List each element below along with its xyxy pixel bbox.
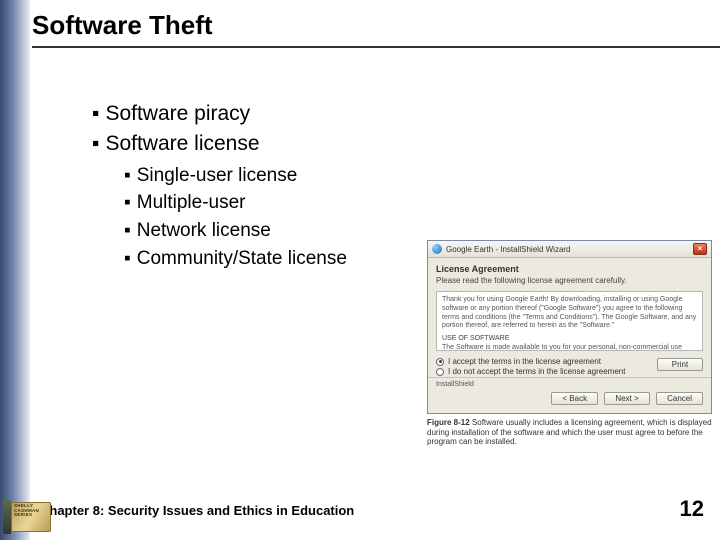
list-item: ▪Software piracy: [92, 100, 692, 128]
bullet-text: Single-user license: [137, 165, 298, 186]
figure-caption-text: Software usually includes a licensing ag…: [427, 418, 712, 446]
window-title-text: Google Earth - InstallShield Wizard: [446, 245, 571, 254]
footer-page-number: 12: [680, 496, 704, 522]
title-rule: [32, 46, 720, 48]
bullet-text: Software piracy: [105, 102, 250, 125]
figure-caption: Figure 8-12 Software usually includes a …: [427, 418, 712, 447]
next-button[interactable]: Next >: [604, 392, 650, 405]
list-item: ▪Software license: [92, 130, 692, 158]
series-logo: SHELLY CASHMAN SERIES: [3, 500, 53, 534]
radio-icon: [436, 358, 444, 366]
window-titlebar: Google Earth - InstallShield Wizard ×: [428, 241, 711, 258]
installshield-label: InstallShield: [436, 381, 703, 388]
divider: [428, 377, 711, 378]
license-section-title: USE OF SOFTWARE: [442, 335, 509, 342]
license-section-text: The Software is made available to you fo…: [442, 344, 697, 351]
bullet-text: Community/State license: [137, 248, 347, 269]
list-item: ▪Multiple-user: [124, 190, 692, 216]
radio-icon: [436, 368, 444, 376]
license-text-box: Thank you for using Google Earth! By dow…: [436, 291, 703, 351]
figure-license-dialog: Google Earth - InstallShield Wizard × Li…: [427, 240, 712, 447]
radio-label: I accept the terms in the license agreem…: [448, 357, 601, 366]
back-button[interactable]: < Back: [551, 392, 598, 405]
print-button[interactable]: Print: [657, 358, 703, 371]
license-subheading: Please read the following license agreem…: [436, 276, 703, 285]
footer-chapter: Chapter 8: Security Issues and Ethics in…: [40, 503, 354, 518]
license-heading: License Agreement: [436, 264, 703, 274]
radio-label: I do not accept the terms in the license…: [448, 367, 625, 376]
close-icon[interactable]: ×: [693, 243, 707, 255]
license-body-top: Thank you for using Google Earth! By dow…: [442, 296, 697, 331]
list-item: ▪Single-user license: [124, 163, 692, 189]
cancel-button[interactable]: Cancel: [656, 392, 703, 405]
globe-icon: [432, 244, 442, 254]
bullet-text: Software license: [105, 132, 259, 155]
bullet-text: Network license: [137, 220, 271, 241]
slide-title: Software Theft: [32, 10, 213, 41]
figure-caption-label: Figure 8-12: [427, 418, 470, 427]
logo-line: SERIES: [14, 513, 48, 518]
left-gradient-bar: [0, 0, 30, 540]
installer-window: Google Earth - InstallShield Wizard × Li…: [427, 240, 712, 414]
bullet-text: Multiple-user: [137, 192, 246, 213]
